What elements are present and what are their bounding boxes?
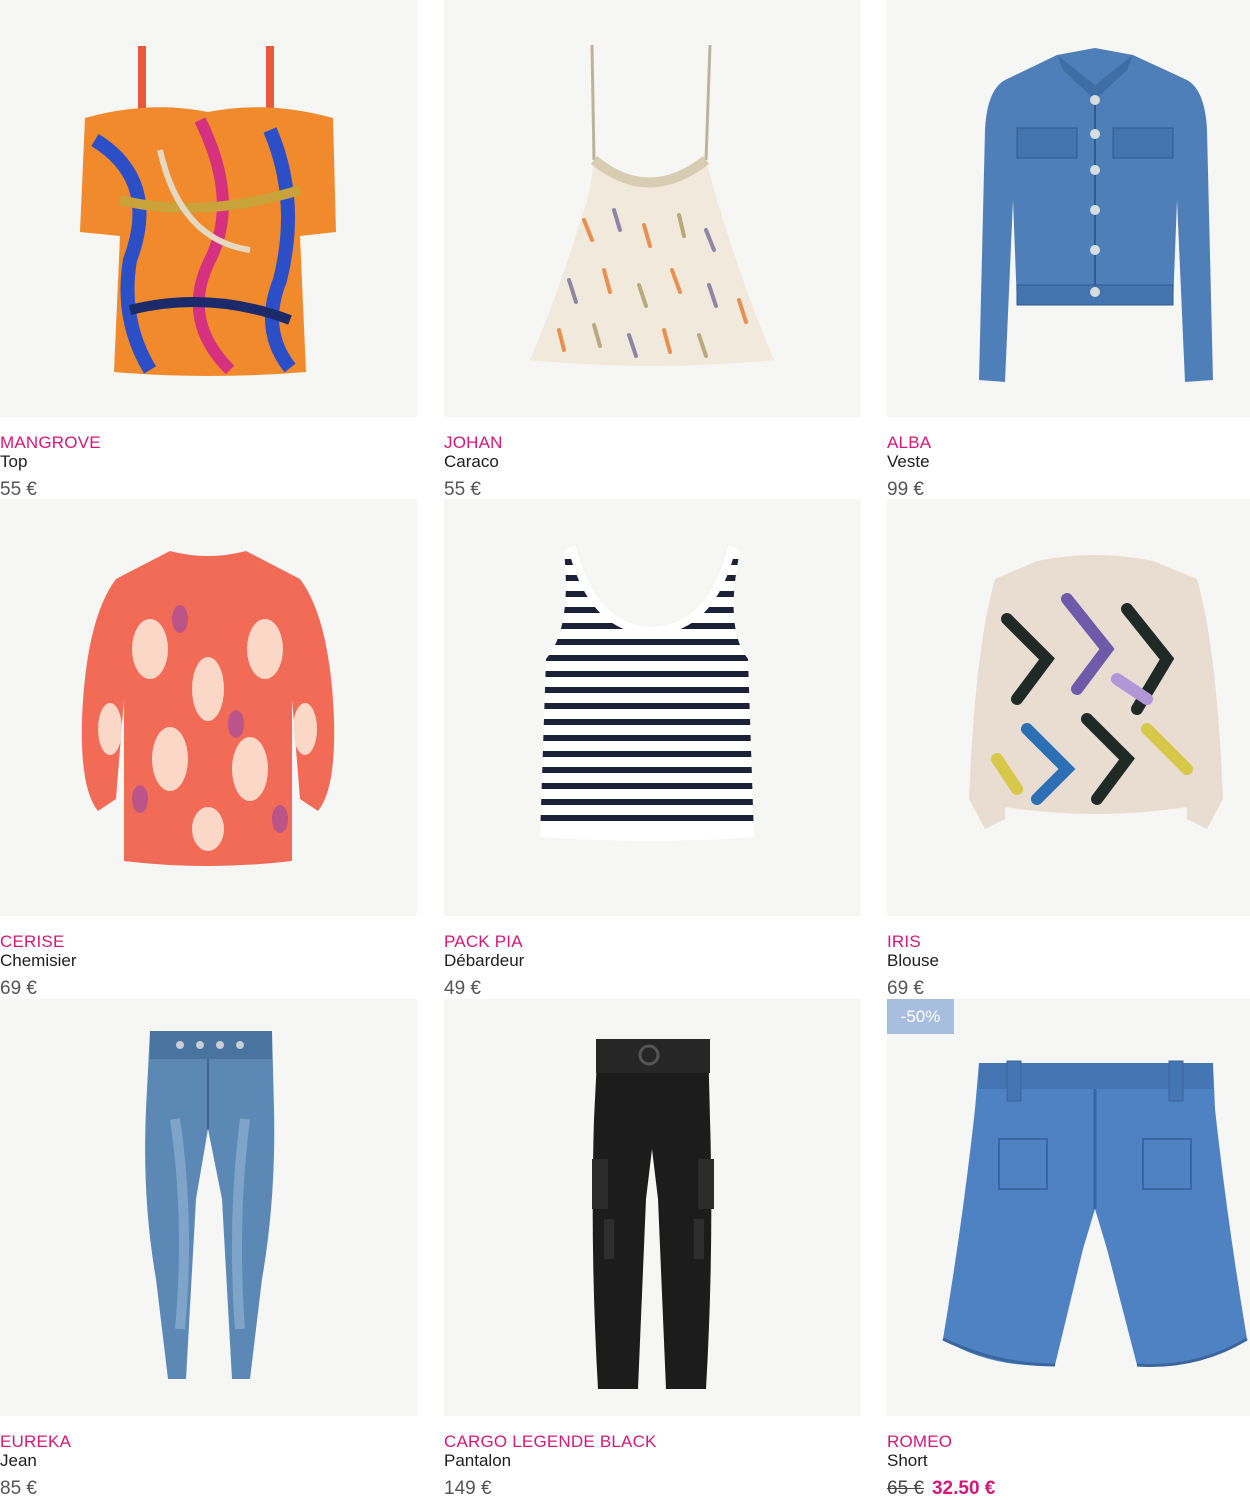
product-image[interactable] xyxy=(0,999,417,1416)
ikat-blouse-icon xyxy=(81,551,335,866)
product-price: 99 € xyxy=(887,479,924,500)
product-brand[interactable]: PACK PIA xyxy=(444,932,523,952)
product-image[interactable] xyxy=(444,499,861,916)
product-price: 149 € xyxy=(444,1478,492,1499)
striped-tank-top-icon xyxy=(540,546,754,841)
product-type[interactable]: Blouse xyxy=(887,951,939,971)
product-type[interactable]: Débardeur xyxy=(444,951,524,971)
product-price: 65 € 32.50 € xyxy=(887,1478,995,1500)
product-type[interactable]: Chemisier xyxy=(0,951,77,971)
product-price: 55 € xyxy=(444,479,481,500)
product-brand[interactable]: EUREKA xyxy=(0,1432,71,1452)
product-brand[interactable]: ALBA xyxy=(887,433,931,453)
sale-price: 32.50 € xyxy=(931,1478,996,1499)
product-image[interactable] xyxy=(887,999,1250,1416)
product-type[interactable]: Jean xyxy=(0,1451,37,1471)
product-price: 49 € xyxy=(444,978,481,999)
product-image[interactable] xyxy=(0,499,417,916)
discount-badge: -50% xyxy=(887,999,954,1034)
product-image[interactable] xyxy=(444,0,861,417)
patterned-blouse-icon xyxy=(969,555,1223,829)
denim-shorts-icon xyxy=(942,1060,1248,1367)
denim-jacket-icon xyxy=(979,48,1213,382)
product-type[interactable]: Short xyxy=(887,1451,928,1471)
product-type[interactable]: Top xyxy=(0,452,27,472)
product-brand[interactable]: ROMEO xyxy=(887,1432,952,1452)
product-brand[interactable]: CERISE xyxy=(0,932,65,952)
product-price: 55 € xyxy=(0,479,37,500)
product-price: 85 € xyxy=(0,1478,37,1499)
product-image[interactable] xyxy=(444,999,861,1416)
product-image[interactable] xyxy=(0,0,417,417)
product-price: 69 € xyxy=(887,978,924,999)
product-image[interactable] xyxy=(887,0,1250,417)
printed-off-shoulder-top-icon xyxy=(80,46,336,376)
product-brand[interactable]: IRIS xyxy=(887,932,921,952)
product-brand[interactable]: CARGO LEGENDE BLACK xyxy=(444,1432,657,1452)
product-price: 69 € xyxy=(0,978,37,999)
patterned-camisole-icon xyxy=(530,44,774,366)
product-image[interactable] xyxy=(887,499,1250,916)
old-price: 65 € xyxy=(887,1478,924,1499)
skinny-jeans-icon xyxy=(145,1031,275,1379)
product-type[interactable]: Veste xyxy=(887,452,930,472)
product-brand[interactable]: JOHAN xyxy=(444,433,503,453)
product-brand[interactable]: MANGROVE xyxy=(0,433,101,453)
product-type[interactable]: Pantalon xyxy=(444,1451,511,1471)
black-cargo-pants-icon xyxy=(592,1039,714,1389)
product-type[interactable]: Caraco xyxy=(444,452,499,472)
